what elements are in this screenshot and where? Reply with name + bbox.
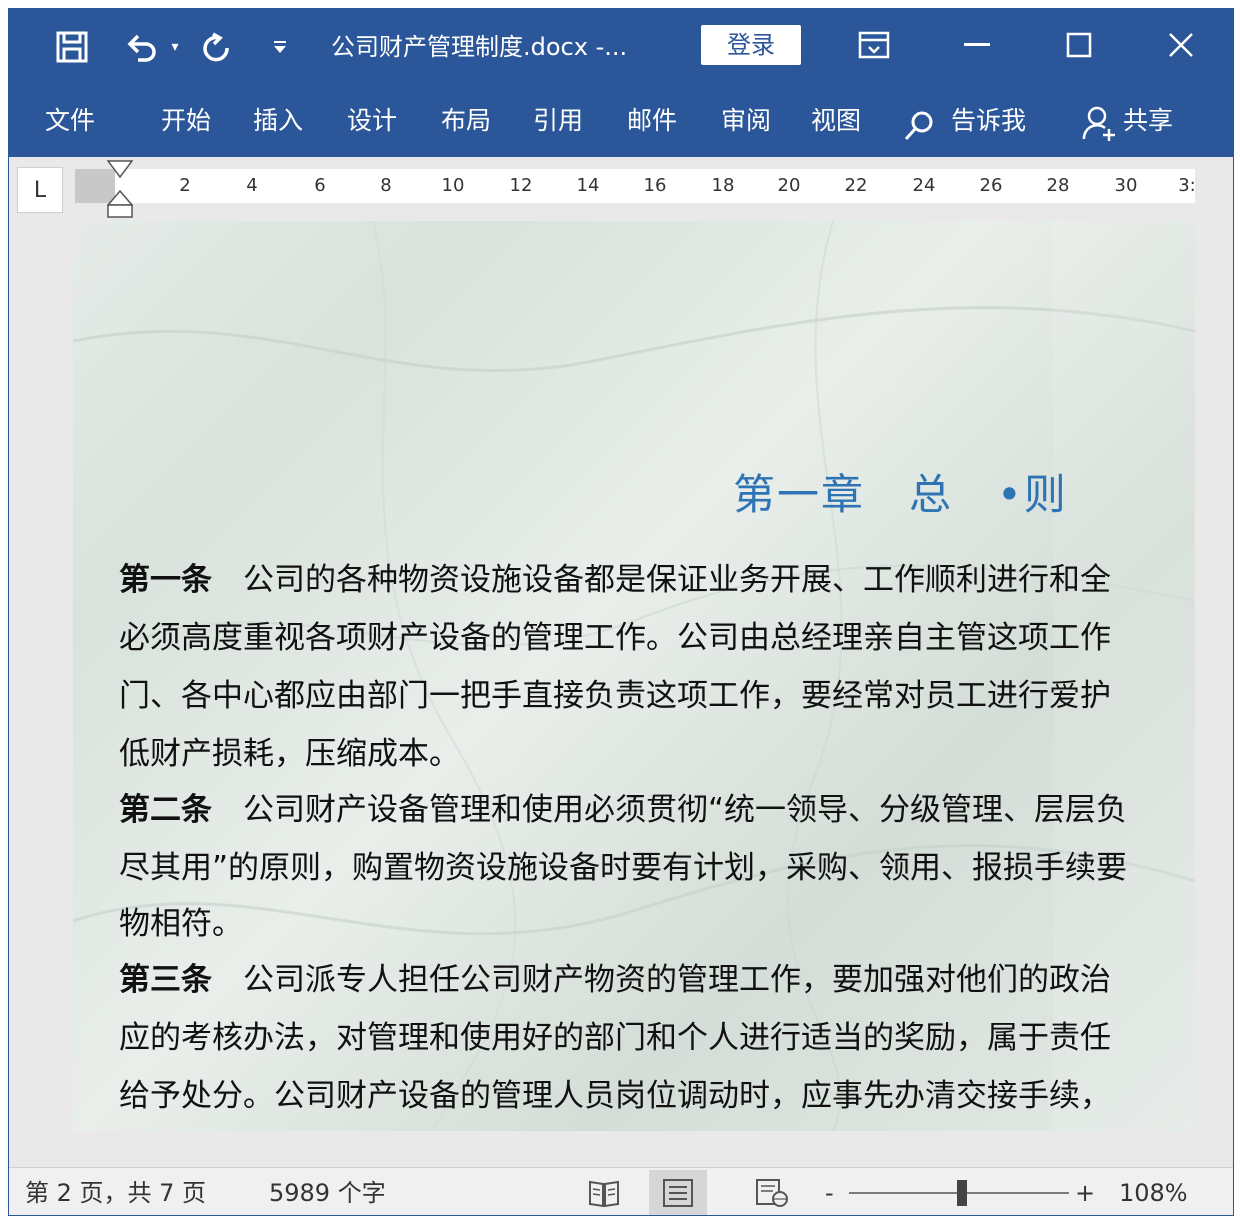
paragraph-line: 第二条 公司财产设备管理和使用必须贯彻“统一领导、分级管理、层层负 [119,781,1127,839]
search-icon[interactable] [902,109,936,143]
ruler-number: 16 [643,175,667,196]
ruler-area: L 2 4 6 8 10 12 14 16 18 20 22 24 26 28 … [9,157,1233,221]
paragraph-text: 给予处分。公司财产设备的管理人员岗位调动时，应事先办清交接手续， [119,1078,1111,1114]
paragraph-line: 必须高度重视各项财产设备的管理工作。公司由总经理亲自主管这项工作 [119,609,1111,667]
ruler-number: 8 [380,175,392,196]
zoom-level[interactable]: 108% [1119,1176,1188,1210]
paragraph-text: 应的考核办法，对管理和使用好的部门和个人进行适当的奖励，属于责任 [119,1020,1111,1056]
ruler-number: 22 [844,175,868,196]
tab-design[interactable]: 设计 [347,101,397,141]
ruler-number: 30 [1114,175,1138,196]
ruler-number: 26 [979,175,1003,196]
paragraph-text: 尽其用”的原则，购置物资设施设备时要有计划，采购、领用、报损手续要 [119,850,1128,886]
paragraph-text: 公司的各种物资设施设备都是保证业务开展、工作顺利进行和全 [212,562,1111,598]
chapter-heading: 第一章 总 •则 [733,470,1068,519]
ruler-number: 3: [1178,175,1196,196]
read-mode-icon[interactable] [575,1170,633,1215]
ruler-number: 18 [711,175,735,196]
ruler-number: 12 [509,175,533,196]
minimize-icon[interactable] [947,25,1007,65]
undo-icon[interactable] [117,27,165,67]
ruler-number: 24 [912,175,936,196]
word-count[interactable]: 5989 个字 [269,1176,386,1210]
ribbon-tabs: 文件 开始 插入 设计 布局 引用 邮件 审阅 视图 告诉我 共享 [9,85,1233,157]
tab-stop-selector[interactable]: L [17,167,63,213]
ruler-number: 28 [1046,175,1070,196]
document-body: 第一章 总 •则 第一条 公司的各种物资设施设备都是保证业务开展、工作顺利进行和… [73,221,1195,1131]
page-count[interactable]: 第 2 页，共 7 页 [25,1176,206,1210]
document-title: 公司财产管理制度.docx -... [331,33,628,61]
paragraph-line: 第一条 公司的各种物资设施设备都是保证业务开展、工作顺利进行和全 [119,551,1111,609]
zoom-slider-thumb[interactable] [957,1180,967,1206]
paragraph-text: 公司派专人担任公司财产物资的管理工作，要加强对他们的政治 [212,962,1111,998]
article-label: 第二条 [119,792,212,828]
share-button[interactable]: 共享 [1123,101,1173,141]
tab-home[interactable]: 开始 [161,101,211,141]
ruler-number: 14 [576,175,600,196]
paragraph-line: 物相符。 [119,895,243,953]
tab-mailings[interactable]: 邮件 [627,101,677,141]
ruler-number: 6 [314,175,326,196]
zoom-out-button[interactable]: - [825,1176,834,1210]
paragraph-line: 低财产损耗，压缩成本。 [119,725,460,783]
tab-layout[interactable]: 布局 [441,101,491,141]
ruler-number: 4 [246,175,258,196]
paragraph-line: 门、各中心都应由部门一把手直接负责这项工作，要经常对员工进行爱护 [119,667,1111,725]
tab-file[interactable]: 文件 [45,101,95,141]
share-user-icon[interactable] [1081,105,1117,143]
article-label: 第一条 [119,562,212,598]
redo-icon[interactable] [193,27,239,67]
close-icon[interactable] [1151,25,1211,65]
paragraph-text: 门、各中心都应由部门一把手直接负责这项工作，要经常对员工进行爱护 [119,678,1111,714]
maximize-icon[interactable] [1049,25,1109,65]
word-window: ▾ 公司财产管理制度.docx -... 登录 文件 开始 插入 设计 布局 引… [8,8,1234,1216]
tab-insert[interactable]: 插入 [253,101,303,141]
indent-marker-icon[interactable] [106,157,134,221]
paragraph-text: 必须高度重视各项财产设备的管理工作。公司由总经理亲自主管这项工作 [119,620,1111,656]
status-bar: 第 2 页，共 7 页 5989 个字 - + 108% [9,1167,1233,1215]
paragraph-text: 低财产损耗，压缩成本。 [119,736,460,772]
ruler-number: 20 [777,175,801,196]
ruler-number: 10 [441,175,465,196]
tab-references[interactable]: 引用 [533,101,583,141]
paragraph-line: 尽其用”的原则，购置物资设施设备时要有计划，采购、领用、报损手续要 [119,839,1127,897]
login-button[interactable]: 登录 [701,25,801,65]
tab-view[interactable]: 视图 [811,101,861,141]
tell-me-box[interactable]: 告诉我 [951,101,1026,141]
paragraph-text: 公司财产设备管理和使用必须贯彻“统一领导、分级管理、层层负 [212,792,1128,828]
web-layout-icon[interactable] [743,1170,801,1215]
title-bar: ▾ 公司财产管理制度.docx -... 登录 [9,9,1233,85]
tab-review[interactable]: 审阅 [721,101,771,141]
paragraph-text: 物相符。 [119,906,243,942]
undo-dropdown-icon[interactable]: ▾ [165,27,185,67]
save-icon[interactable] [49,27,95,67]
ribbon-display-options-icon[interactable] [844,25,904,65]
zoom-in-button[interactable]: + [1075,1176,1095,1210]
paragraph-line: 给予处分。公司财产设备的管理人员岗位调动时，应事先办清交接手续， [119,1067,1111,1125]
ruler-number: 2 [179,175,191,196]
paragraph-line: 应的考核办法，对管理和使用好的部门和个人进行适当的奖励，属于责任 [119,1009,1111,1067]
horizontal-ruler[interactable]: 2 4 6 8 10 12 14 16 18 20 22 24 26 28 30… [75,169,1196,203]
article-label: 第三条 [119,962,212,998]
paragraph-line: 第三条 公司派专人担任公司财产物资的管理工作，要加强对他们的政治 [119,951,1111,1009]
print-layout-icon[interactable] [649,1170,707,1215]
customize-quick-access-icon[interactable] [265,27,295,67]
document-page[interactable]: 第一章 总 •则 第一条 公司的各种物资设施设备都是保证业务开展、工作顺利进行和… [73,221,1195,1131]
